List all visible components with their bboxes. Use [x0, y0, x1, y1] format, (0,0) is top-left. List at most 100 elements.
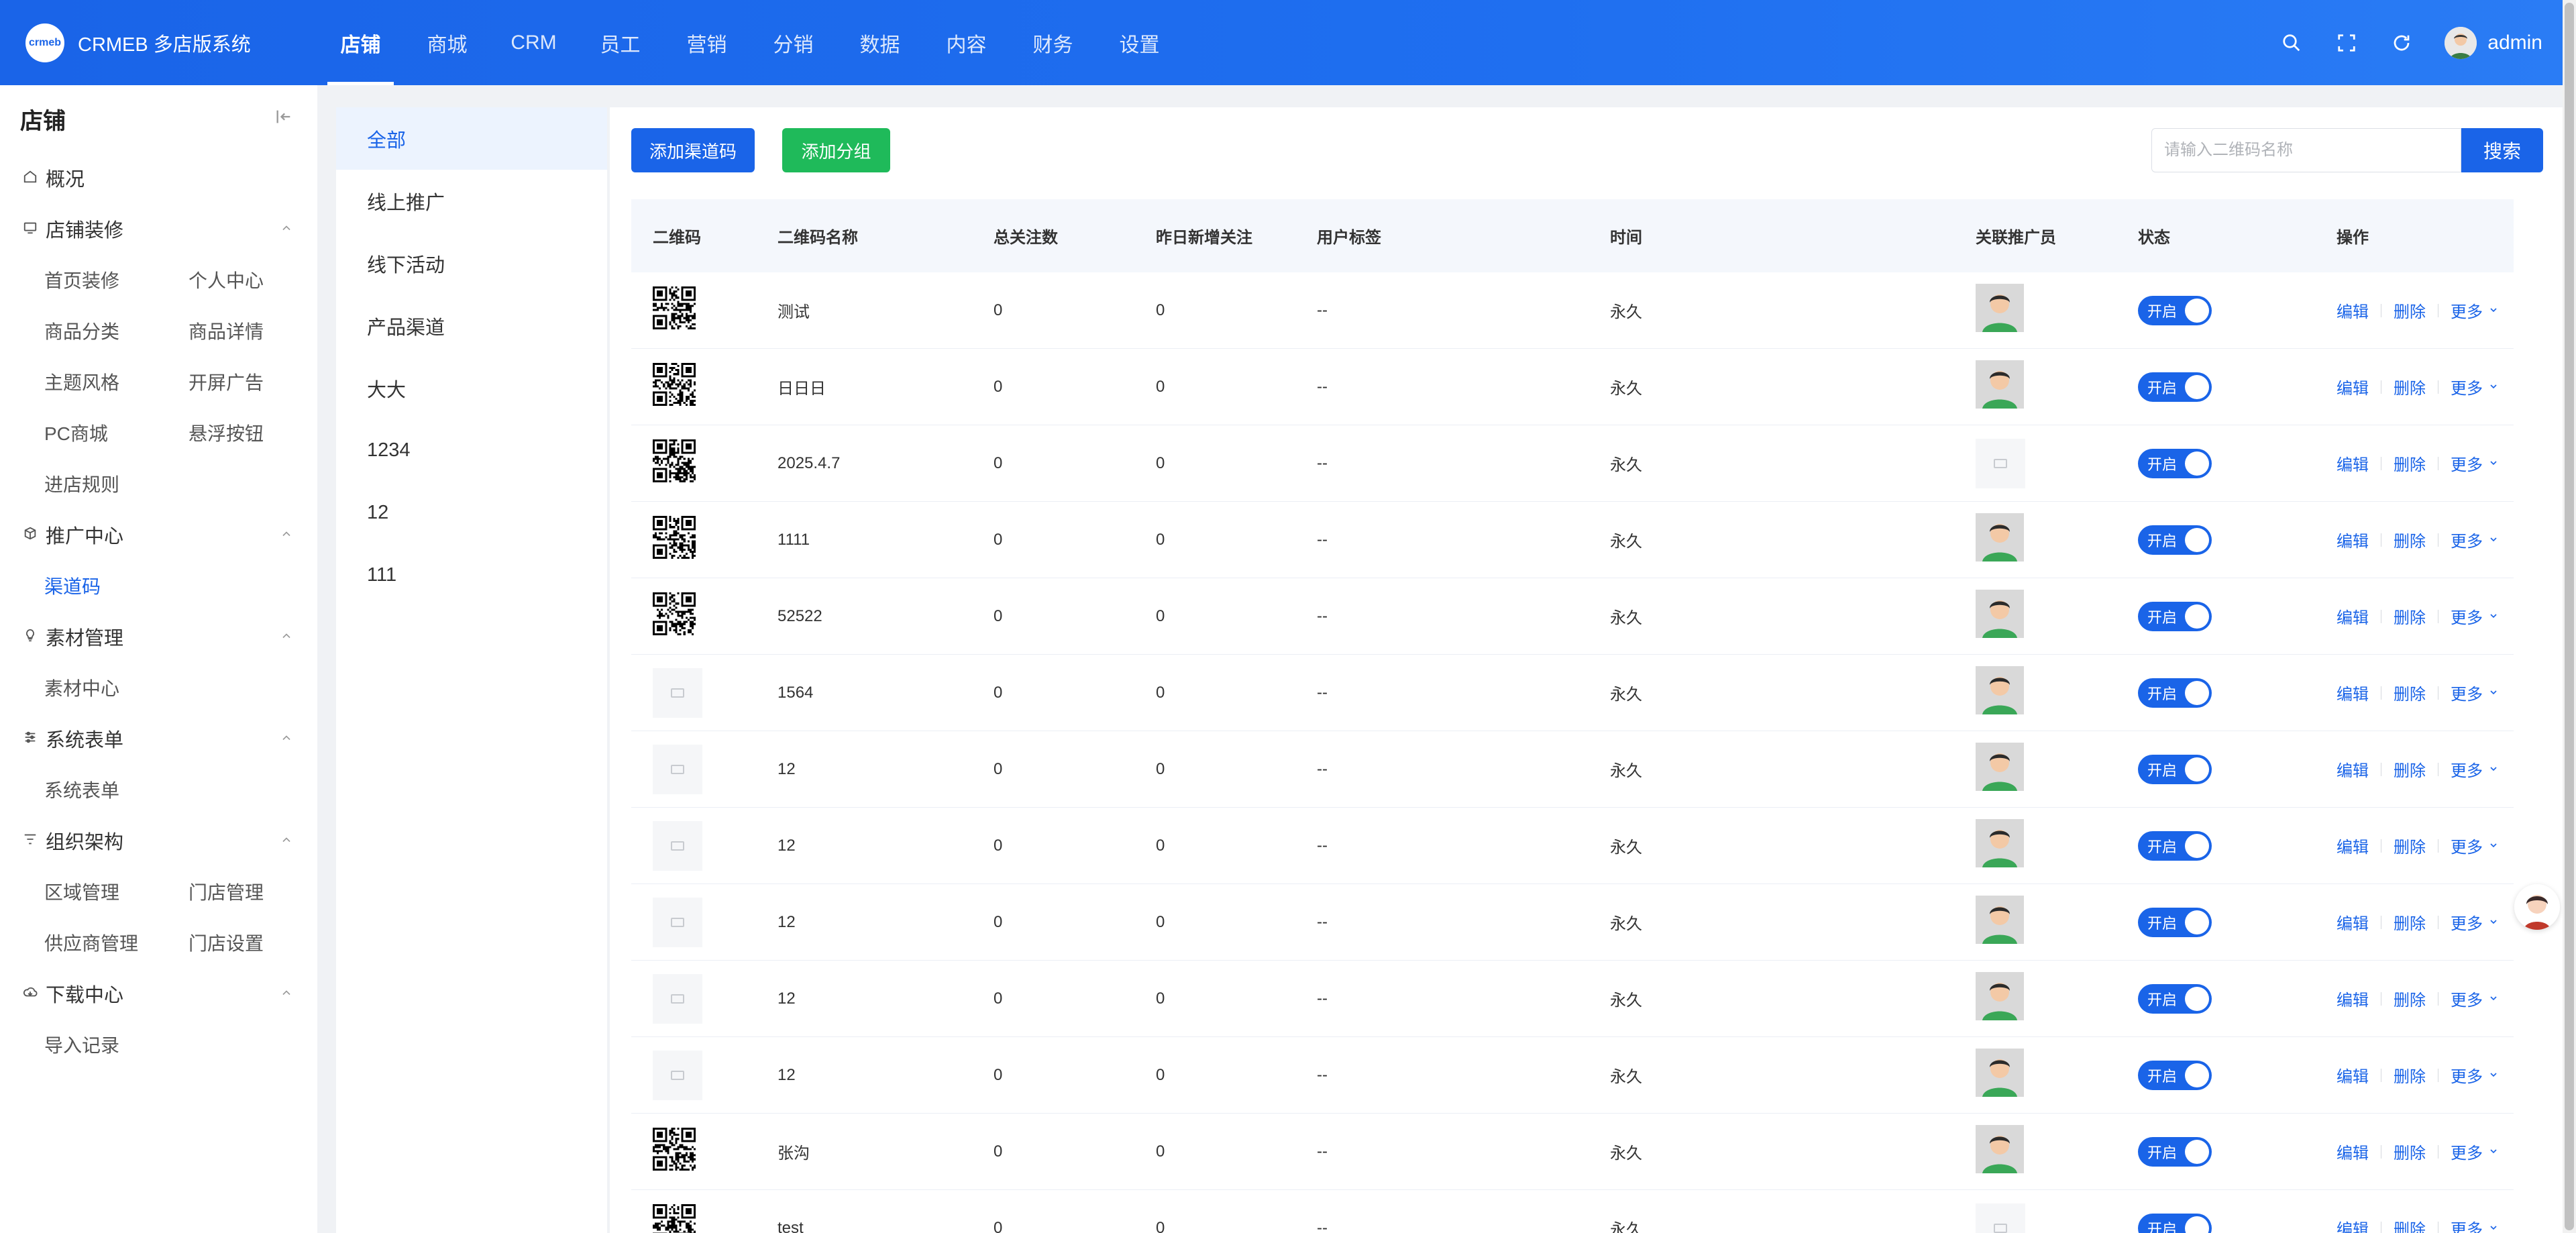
delete-link[interactable]: 删除 [2394, 451, 2426, 475]
chevron-up-icon[interactable] [280, 218, 293, 240]
scrollbar-thumb[interactable] [2565, 3, 2574, 1230]
sidebar-item[interactable]: 门店管理 [189, 866, 333, 917]
search-button[interactable]: 搜索 [2461, 128, 2543, 172]
page-scrollbar[interactable] [2563, 0, 2576, 1233]
sidebar-group-header[interactable]: 组织架构 [23, 815, 293, 866]
edit-link[interactable]: 编辑 [2337, 1063, 2369, 1087]
edit-link[interactable]: 编辑 [2337, 681, 2369, 704]
more-dropdown[interactable]: 更多 [2451, 987, 2499, 1010]
edit-link[interactable]: 编辑 [2337, 528, 2369, 551]
delete-link[interactable]: 删除 [2394, 834, 2426, 857]
qr-code-image[interactable] [653, 363, 696, 411]
sidebar-item[interactable]: 开屏广告 [189, 356, 333, 407]
edit-link[interactable]: 编辑 [2337, 987, 2369, 1010]
sidebar-item[interactable]: 个人中心 [189, 254, 333, 305]
more-dropdown[interactable]: 更多 [2451, 451, 2499, 475]
group-item[interactable]: 线下活动 [336, 232, 607, 294]
group-item[interactable]: 12 [336, 482, 607, 544]
chevron-up-icon[interactable] [280, 524, 293, 546]
sidebar-item-overview[interactable]: 概况 [23, 152, 293, 203]
tab-nav-1[interactable]: 商城 [404, 0, 490, 85]
edit-link[interactable]: 编辑 [2337, 299, 2369, 322]
tab-nav-5[interactable]: 分销 [750, 0, 837, 85]
add-group-button[interactable]: 添加分组 [782, 128, 890, 172]
delete-link[interactable]: 删除 [2394, 757, 2426, 781]
delete-link[interactable]: 删除 [2394, 1063, 2426, 1087]
sidebar-item[interactable]: PC商城 [44, 407, 189, 458]
sidebar-group-header[interactable]: 素材管理 [23, 611, 293, 662]
edit-link[interactable]: 编辑 [2337, 1216, 2369, 1233]
app-logo[interactable]: crmeb CRMEB 多店版系统 [0, 23, 317, 62]
edit-link[interactable]: 编辑 [2337, 604, 2369, 628]
tab-nav-2[interactable]: CRM [490, 0, 577, 85]
chevron-up-icon[interactable] [280, 728, 293, 750]
sidebar-group-header[interactable]: 店铺装修 [23, 203, 293, 254]
more-dropdown[interactable]: 更多 [2451, 757, 2499, 781]
chevron-up-icon[interactable] [280, 983, 293, 1005]
group-item[interactable]: 线上推广 [336, 170, 607, 232]
delete-link[interactable]: 删除 [2394, 299, 2426, 322]
edit-link[interactable]: 编辑 [2337, 834, 2369, 857]
more-dropdown[interactable]: 更多 [2451, 681, 2499, 704]
tab-nav-0[interactable]: 店铺 [317, 0, 404, 85]
delete-link[interactable]: 删除 [2394, 1140, 2426, 1163]
status-toggle[interactable]: 开启 [2138, 525, 2212, 555]
sidebar-item[interactable]: 悬浮按钮 [189, 407, 333, 458]
delete-link[interactable]: 删除 [2394, 910, 2426, 934]
tab-nav-4[interactable]: 营销 [663, 0, 750, 85]
refresh-icon[interactable] [2390, 31, 2414, 55]
status-toggle[interactable]: 开启 [2138, 1060, 2212, 1090]
tab-nav-8[interactable]: 财务 [1010, 0, 1096, 85]
group-item[interactable]: 全部 [336, 107, 607, 170]
qr-code-image[interactable] [653, 592, 696, 640]
sidebar-group-header[interactable]: 推广中心 [23, 509, 293, 560]
sidebar-item[interactable]: 系统表单 [44, 764, 189, 815]
tab-nav-7[interactable]: 内容 [923, 0, 1010, 85]
group-item[interactable]: 1234 [336, 419, 607, 482]
sidebar-item[interactable]: 进店规则 [44, 458, 189, 509]
collapse-icon[interactable] [274, 106, 293, 132]
more-dropdown[interactable]: 更多 [2451, 1140, 2499, 1163]
sidebar-item[interactable]: 素材中心 [44, 662, 189, 713]
qr-code-image[interactable] [653, 286, 696, 334]
status-toggle[interactable]: 开启 [2138, 907, 2212, 937]
status-toggle[interactable]: 开启 [2138, 448, 2212, 478]
group-item[interactable]: 产品渠道 [336, 294, 607, 357]
delete-link[interactable]: 删除 [2394, 375, 2426, 398]
tab-nav-9[interactable]: 设置 [1096, 0, 1183, 85]
status-toggle[interactable]: 开启 [2138, 601, 2212, 631]
chevron-up-icon[interactable] [280, 626, 293, 648]
sidebar-item[interactable]: 商品分类 [44, 305, 189, 356]
delete-link[interactable]: 删除 [2394, 987, 2426, 1010]
more-dropdown[interactable]: 更多 [2451, 1216, 2499, 1233]
group-item[interactable]: 111 [336, 544, 607, 606]
sidebar-item[interactable]: 商品详情 [189, 305, 333, 356]
more-dropdown[interactable]: 更多 [2451, 1063, 2499, 1087]
sidebar-item[interactable]: 导入记录 [44, 1019, 189, 1070]
assistant-avatar-button[interactable] [2514, 884, 2560, 930]
status-toggle[interactable]: 开启 [2138, 1136, 2212, 1167]
fullscreen-icon[interactable] [2334, 31, 2359, 55]
status-toggle[interactable]: 开启 [2138, 754, 2212, 784]
sidebar-group-header[interactable]: 下载中心 [23, 968, 293, 1019]
qr-code-image[interactable] [653, 1204, 696, 1233]
qr-code-image[interactable] [653, 439, 696, 487]
status-toggle[interactable]: 开启 [2138, 372, 2212, 402]
more-dropdown[interactable]: 更多 [2451, 834, 2499, 857]
sidebar-item[interactable]: 门店设置 [189, 917, 333, 968]
more-dropdown[interactable]: 更多 [2451, 299, 2499, 322]
edit-link[interactable]: 编辑 [2337, 757, 2369, 781]
delete-link[interactable]: 删除 [2394, 528, 2426, 551]
tab-nav-3[interactable]: 员工 [577, 0, 663, 85]
more-dropdown[interactable]: 更多 [2451, 528, 2499, 551]
search-input[interactable] [2151, 128, 2461, 172]
status-toggle[interactable]: 开启 [2138, 678, 2212, 708]
qr-code-image[interactable] [653, 1128, 696, 1175]
more-dropdown[interactable]: 更多 [2451, 375, 2499, 398]
more-dropdown[interactable]: 更多 [2451, 910, 2499, 934]
qr-code-image[interactable] [653, 516, 696, 564]
sidebar-item[interactable]: 区域管理 [44, 866, 189, 917]
edit-link[interactable]: 编辑 [2337, 1140, 2369, 1163]
edit-link[interactable]: 编辑 [2337, 451, 2369, 475]
group-item[interactable]: 大大 [336, 357, 607, 419]
